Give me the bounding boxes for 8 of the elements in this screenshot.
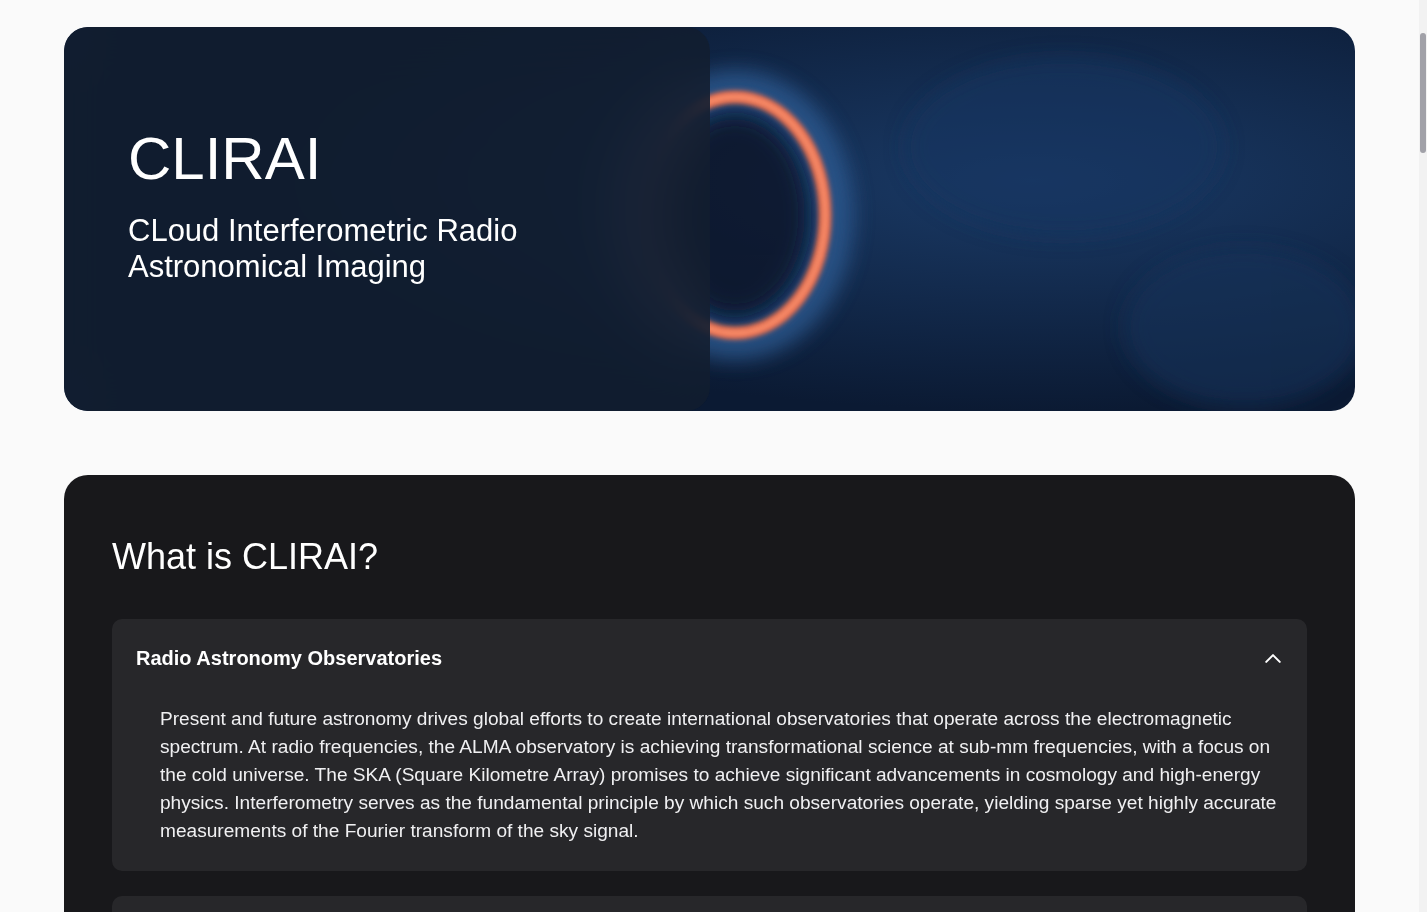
hero-title: CLIRAI: [128, 124, 322, 194]
scrollbar-thumb[interactable]: [1420, 33, 1426, 153]
hero-subtitle: CLoud Interferometric Radio Astronomical Imaging: [128, 213, 519, 285]
chevron-icon: [1265, 653, 1281, 663]
accordion-body-text: Present and future astronomy drives global efforts to create international observatories that operate across the electromagnetic spectrum. At radio frequencies, the ALMA observatory is achieving transformational science at sub-mm frequencies, with a focus on the cold universe. The SKA (Square Kilometre Array) promises to achieve significant advancements in cosmology and high-energy physics. Interferometry serves as the fundamental principle by which such observatories operate, yielding sparse yet highly accurate measurements of the Fourier transform of the sky signal.: [159, 707, 1278, 843]
scrollbar-track[interactable]: [1419, 0, 1427, 912]
accordion-header[interactable]: Radio Astronomy Observatories: [112, 619, 1307, 697]
section-heading: What is CLIRAI?: [112, 535, 379, 579]
